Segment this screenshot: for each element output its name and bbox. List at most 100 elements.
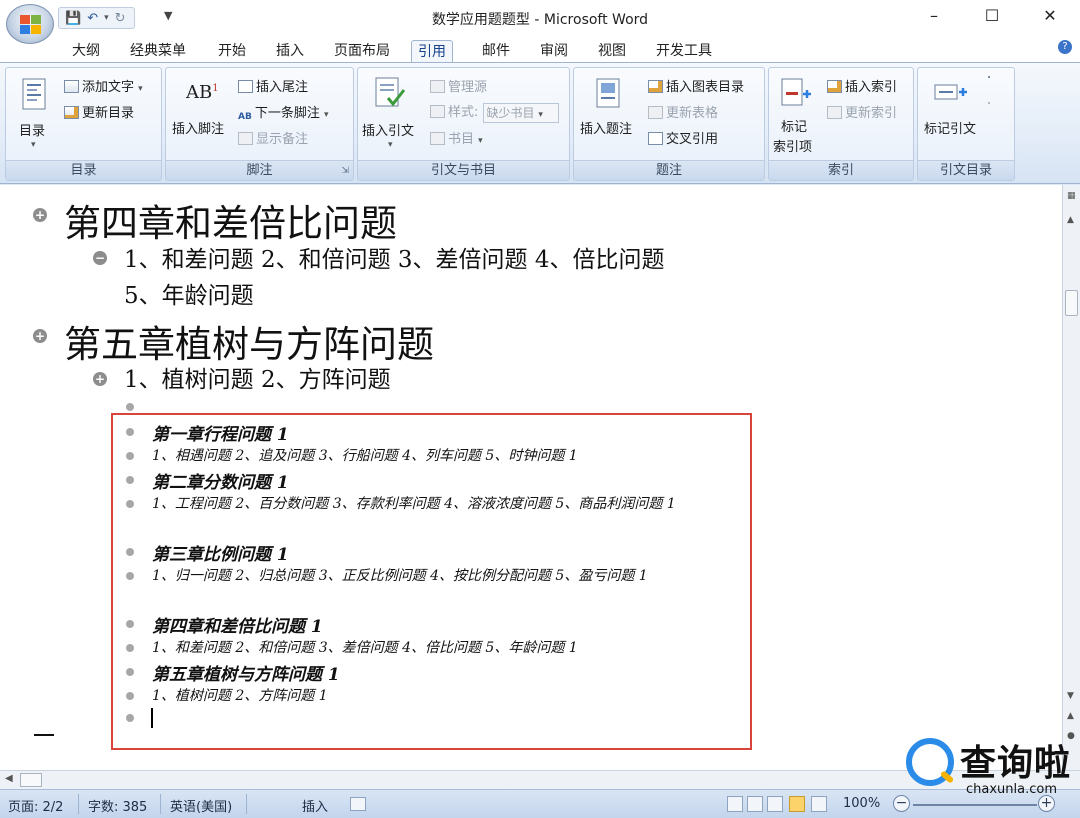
mark-citation-icon	[934, 84, 967, 100]
page-indicator[interactable]: 页面: 2/2	[8, 796, 63, 815]
add-text-button[interactable]: 添加文字 ▾	[64, 76, 143, 95]
update-index-button[interactable]: 更新索引	[827, 102, 897, 121]
group-captions: 插入题注 插入图表目录 更新表格 交叉引用 题注	[573, 67, 765, 181]
update-toc-button[interactable]: 更新目录	[64, 102, 134, 121]
scroll-up-icon[interactable]: ▲	[1067, 215, 1074, 225]
insert-mode-indicator[interactable]: 插入	[302, 796, 328, 815]
subheading-chapter-4[interactable]: 1、和差问题 2、和倍问题 3、差倍问题 4、倍比问题 5、年龄问题	[124, 242, 704, 314]
language-indicator[interactable]: 英语(美国)	[170, 796, 232, 815]
tab-references[interactable]: 引用	[411, 40, 453, 63]
heading-chapter-4[interactable]: 第四章和差倍比问题	[64, 193, 397, 247]
office-button[interactable]	[6, 4, 54, 44]
tab-insert[interactable]: 插入	[270, 40, 310, 63]
expand-heading-icon[interactable]: +	[93, 372, 107, 386]
manage-sources-button[interactable]: 管理源	[430, 76, 487, 95]
outline-view-icon[interactable]	[789, 796, 805, 812]
next-footnote-button[interactable]: AB 下一条脚注 ▾	[238, 102, 329, 125]
update-index-icon	[827, 106, 842, 119]
zoom-level[interactable]: 100%	[843, 796, 880, 811]
word-count[interactable]: 字数: 385	[88, 796, 147, 815]
toc-entry[interactable]: 第四章和差倍比问题 1	[152, 612, 727, 637]
toc-entry[interactable]: 第一章行程问题 1	[152, 420, 727, 445]
insert-caption-button[interactable]: 插入题注	[580, 118, 632, 137]
heading-chapter-5[interactable]: 第五章植树与方阵问题	[64, 314, 434, 368]
scroll-left-icon[interactable]: ◀	[5, 773, 13, 784]
insert-citation-button[interactable]: 插入引文	[362, 120, 414, 139]
insert-table-of-authorities-icon[interactable]	[988, 76, 990, 78]
expand-heading-icon[interactable]: +	[33, 208, 47, 222]
previous-page-icon[interactable]: ▲	[1067, 711, 1074, 721]
collapse-heading-icon[interactable]: −	[93, 251, 107, 265]
toc-entry[interactable]: 1、植树问题 2、方阵问题 1	[152, 685, 727, 707]
update-index-label: 更新索引	[845, 106, 898, 121]
tab-developer[interactable]: 开发工具	[650, 40, 718, 63]
show-notes-button[interactable]: 显示备注	[238, 128, 308, 147]
citation-style-label: 样式:	[448, 105, 479, 120]
update-table-of-authorities-icon[interactable]	[988, 102, 990, 104]
mark-citation-button[interactable]: 标记引文	[924, 118, 976, 137]
group-toa-label: 引文目录	[918, 160, 1014, 180]
insert-table-of-figures-button[interactable]: 插入图表目录	[648, 76, 744, 95]
tab-review[interactable]: 审阅	[534, 40, 574, 63]
close-button[interactable]: ✕	[1022, 0, 1078, 34]
cross-reference-icon	[648, 132, 663, 145]
insert-citation-dropdown-icon[interactable]: ▾	[388, 140, 393, 150]
insert-footnote-icon: AB1	[186, 82, 219, 103]
vertical-scroll-thumb[interactable]	[1065, 290, 1078, 316]
text-cursor	[151, 708, 153, 728]
horizontal-scroll-thumb[interactable]	[20, 773, 42, 787]
bibliography-button[interactable]: 书目 ▾	[430, 128, 483, 147]
update-table-button[interactable]: 更新表格	[648, 102, 718, 121]
mark-entry-button-line2[interactable]: 索引项	[773, 136, 812, 155]
tab-page-layout[interactable]: 页面布局	[328, 40, 396, 63]
citation-style-select[interactable]: 缺少书目 ▾	[482, 102, 559, 123]
print-layout-view-icon[interactable]	[727, 796, 743, 812]
toc-entry[interactable]: 1、归一问题 2、归总问题 3、正反比例问题 4、按比例分配问题 5、盈亏问题 …	[152, 565, 727, 587]
insert-endnote-label: 插入尾注	[256, 80, 309, 95]
web-layout-view-icon[interactable]	[767, 796, 783, 812]
macro-record-icon[interactable]	[350, 797, 366, 811]
tab-home[interactable]: 开始	[212, 40, 252, 63]
toc-dropdown-icon[interactable]: ▾	[31, 140, 36, 150]
toc-button[interactable]: 目录	[19, 120, 45, 139]
citation-style-value: 缺少书目	[486, 105, 535, 120]
subheading-chapter-5[interactable]: 1、植树问题 2、方阵问题	[124, 362, 704, 398]
tab-outline[interactable]: 大纲	[66, 40, 106, 63]
draft-view-icon[interactable]	[811, 796, 827, 812]
insert-endnote-button[interactable]: 插入尾注	[238, 76, 308, 95]
footnotes-launcher-icon[interactable]: ⇲	[341, 166, 349, 176]
expand-heading-icon[interactable]: +	[33, 329, 47, 343]
tab-classic-menu[interactable]: 经典菜单	[124, 40, 192, 63]
citation-style-icon	[430, 105, 445, 118]
toc-entry[interactable]: 第五章植树与方阵问题 1	[152, 660, 727, 685]
mark-entry-button[interactable]: 标记	[781, 116, 807, 135]
tab-view[interactable]: 视图	[592, 40, 632, 63]
group-citations: 插入引文 ▾ 管理源 样式: 缺少书目 ▾ 书目 ▾ 引文与书目	[357, 67, 570, 181]
zoom-slider[interactable]	[913, 804, 1037, 806]
minimize-button[interactable]: –	[906, 0, 962, 34]
ruler-toggle-icon[interactable]: ▦	[1067, 191, 1076, 201]
scroll-down-icon[interactable]: ▼	[1067, 691, 1074, 701]
page-end-marker	[34, 734, 54, 736]
maximize-button[interactable]: ☐	[964, 0, 1020, 34]
ribbon: 目录 ▾ 添加文字 ▾ 更新目录 目录 AB1 插入脚注 插入尾注 AB 下一条脚…	[0, 62, 1080, 184]
group-captions-label: 题注	[574, 160, 764, 180]
mark-entry-icon	[781, 78, 811, 106]
show-notes-icon	[238, 132, 253, 145]
toc-entry[interactable]: 1、工程问题 2、百分数问题 3、存款利率问题 4、溶液浓度问题 5、商品利润问…	[152, 493, 727, 515]
toc-entry[interactable]: 第二章分数问题 1	[152, 468, 727, 493]
toc-entry[interactable]: 第三章比例问题 1	[152, 540, 727, 565]
toc-entry[interactable]: 1、相遇问题 2、追及问题 3、行船问题 4、列车问题 5、时钟问题 1	[152, 445, 727, 467]
cross-reference-button[interactable]: 交叉引用	[648, 128, 718, 147]
add-text-label: 添加文字	[82, 80, 135, 95]
insert-footnote-button[interactable]: 插入脚注	[172, 118, 224, 137]
tab-mailings[interactable]: 邮件	[476, 40, 516, 63]
toc-entry[interactable]: 1、和差问题 2、和倍问题 3、差倍问题 4、倍比问题 5、年龄问题 1	[152, 637, 727, 659]
insert-index-button[interactable]: 插入索引	[827, 76, 897, 95]
insert-index-label: 插入索引	[845, 80, 898, 95]
ribbon-tabs: 大纲 经典菜单 开始 插入 页面布局 引用 邮件 审阅 视图 开发工具	[0, 36, 1080, 63]
watermark: 查询啦 chaxunla.com	[904, 734, 1074, 804]
vertical-scrollbar[interactable]: ▦ ▲ ▼ ▲ ●	[1062, 185, 1080, 770]
help-icon[interactable]: ?	[1058, 40, 1072, 54]
full-screen-reading-view-icon[interactable]	[747, 796, 763, 812]
